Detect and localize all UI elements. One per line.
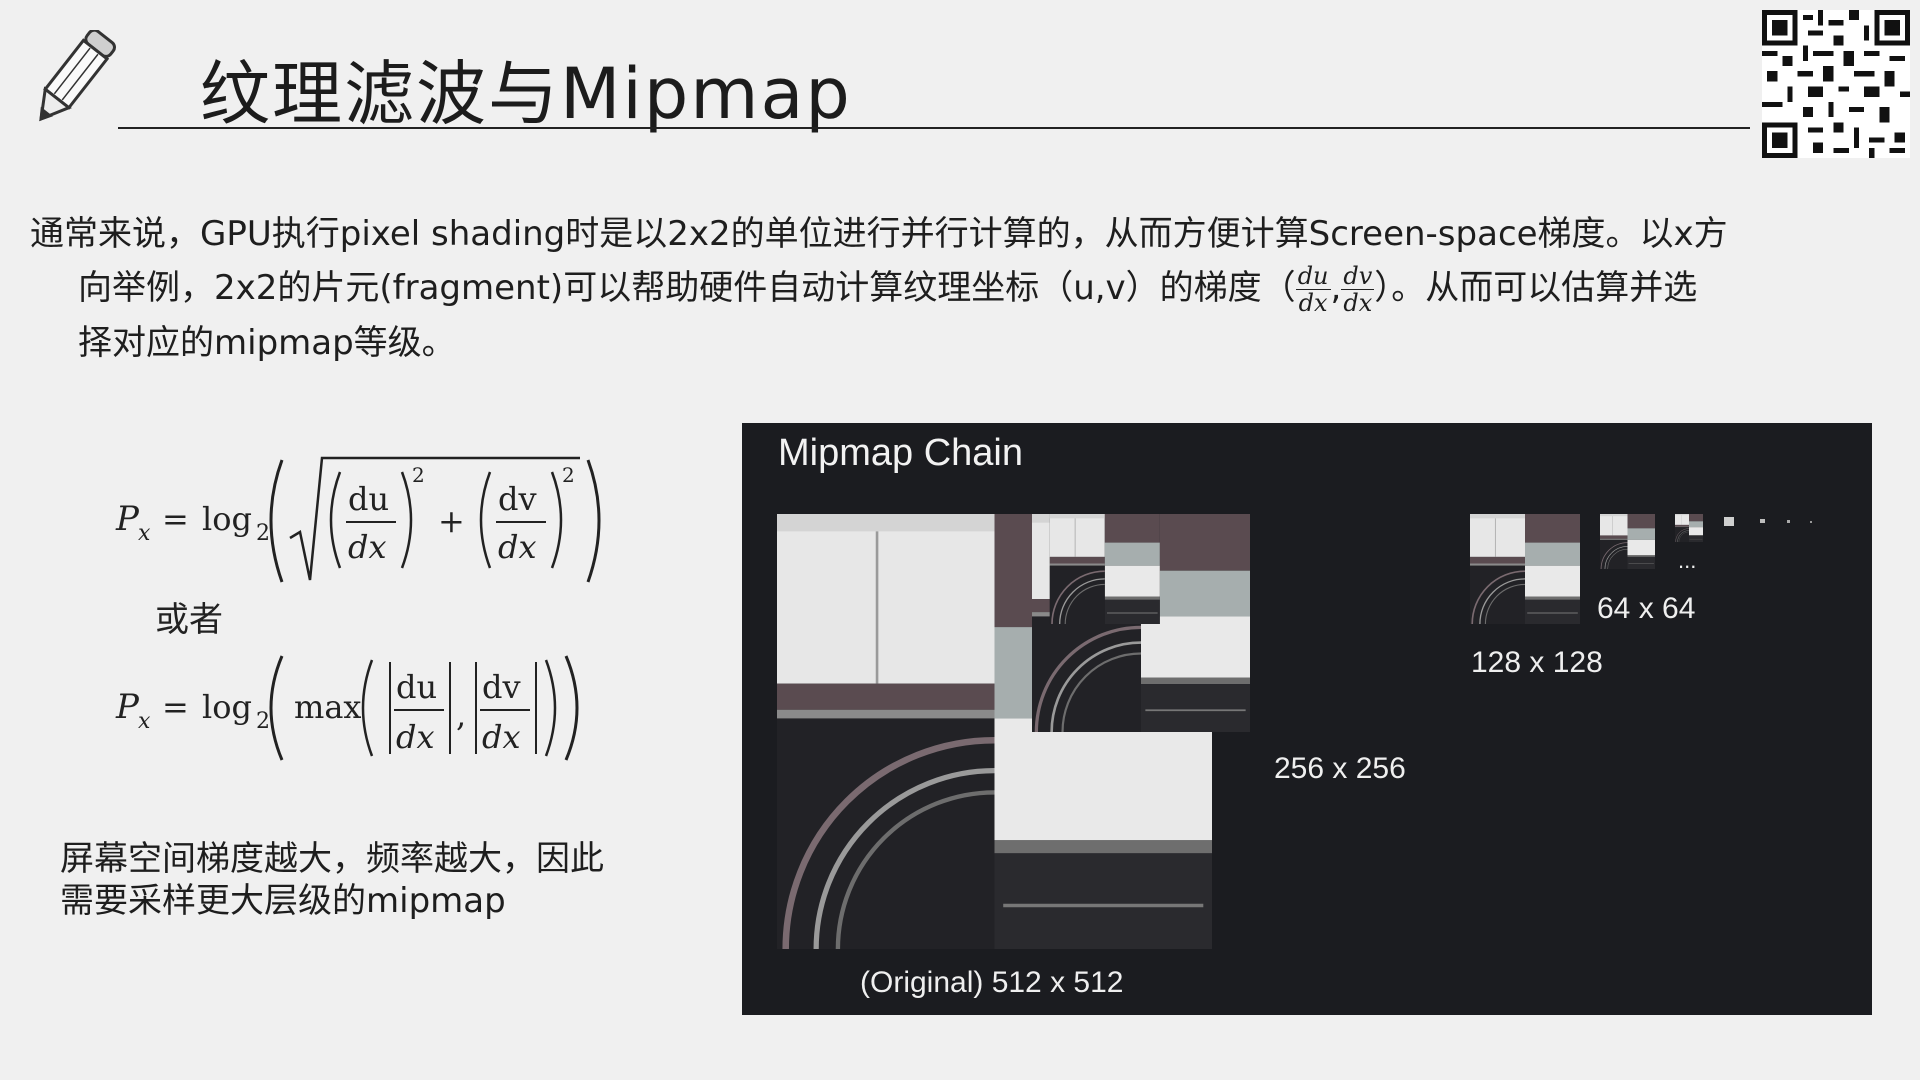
svg-text:dv: dv <box>482 668 521 706</box>
svg-text:log: log <box>202 688 252 726</box>
svg-text:dx: dx <box>482 718 521 756</box>
slide-title: 纹理滤波与Mipmap <box>200 53 852 135</box>
caption-128: 128 x 128 <box>1471 646 1603 679</box>
svg-text:du: du <box>348 480 389 518</box>
svg-text:max: max <box>294 688 361 726</box>
paragraph-line-2: 向举例，2x2的片元(fragment)可以帮助硬件自动计算纹理坐标（u,v）的… <box>78 262 1698 317</box>
svg-text:,: , <box>456 696 466 734</box>
svg-text:dv: dv <box>498 480 537 518</box>
note-line-2: 需要采样更大层级的mipmap <box>60 881 506 921</box>
intro-paragraph: 通常来说，GPU执行pixel shading时是以2x2的单位进行并行计算的，… <box>30 207 1810 370</box>
gradient-fraction-dv-dx: dv dx <box>1341 262 1375 317</box>
caption-original: (Original) 512 x 512 <box>860 966 1124 999</box>
svg-text:2: 2 <box>562 463 575 487</box>
caption-ellipsis: ... <box>1678 548 1697 573</box>
paragraph-line-2-text: 向举例，2x2的片元(fragment)可以帮助硬件自动计算纹理坐标（u,v）的… <box>78 268 1296 308</box>
qr-code <box>1762 10 1910 158</box>
svg-text:P: P <box>115 499 140 539</box>
mipmap-images <box>742 423 1812 1015</box>
paragraph-line-2-tail: ）。从而可以估算并选 <box>1374 268 1698 308</box>
note-line-1: 屏幕空间梯度越大，频率越大，因此 <box>60 839 604 879</box>
pencil-icon <box>39 30 116 122</box>
paragraph-line-1: 通常来说，GPU执行pixel shading时是以2x2的单位进行并行计算的，… <box>30 214 1728 254</box>
paragraph-line-3: 择对应的mipmap等级。 <box>78 323 456 363</box>
svg-text:+: + <box>438 502 465 540</box>
caption-256: 256 x 256 <box>1274 752 1406 785</box>
caption-64: 64 x 64 <box>1597 592 1696 625</box>
or-label: 或者 <box>155 600 223 640</box>
svg-text:=: = <box>162 500 189 538</box>
svg-text:=: = <box>162 688 189 726</box>
svg-text:2: 2 <box>256 709 270 734</box>
svg-text:x: x <box>138 521 151 546</box>
svg-text:2: 2 <box>256 521 270 546</box>
svg-text:2: 2 <box>412 463 425 487</box>
gradient-fraction-du-dx: du dx <box>1295 262 1331 317</box>
svg-text:P: P <box>115 687 140 727</box>
svg-text:dx: dx <box>396 718 435 756</box>
title-divider <box>118 127 1750 129</box>
svg-text:dx: dx <box>348 528 387 566</box>
formula-max: P x = log 2 max du dx , dv dx <box>115 655 579 761</box>
svg-text:du: du <box>396 668 437 706</box>
formula-sqrt: P x = log 2 du dx 2 + dv dx 2 <box>115 456 601 583</box>
svg-text:log: log <box>202 500 252 538</box>
svg-text:x: x <box>138 709 151 734</box>
svg-text:dx: dx <box>498 528 537 566</box>
note-text: 屏幕空间梯度越大，频率越大，因此 需要采样更大层级的mipmap <box>60 838 604 922</box>
